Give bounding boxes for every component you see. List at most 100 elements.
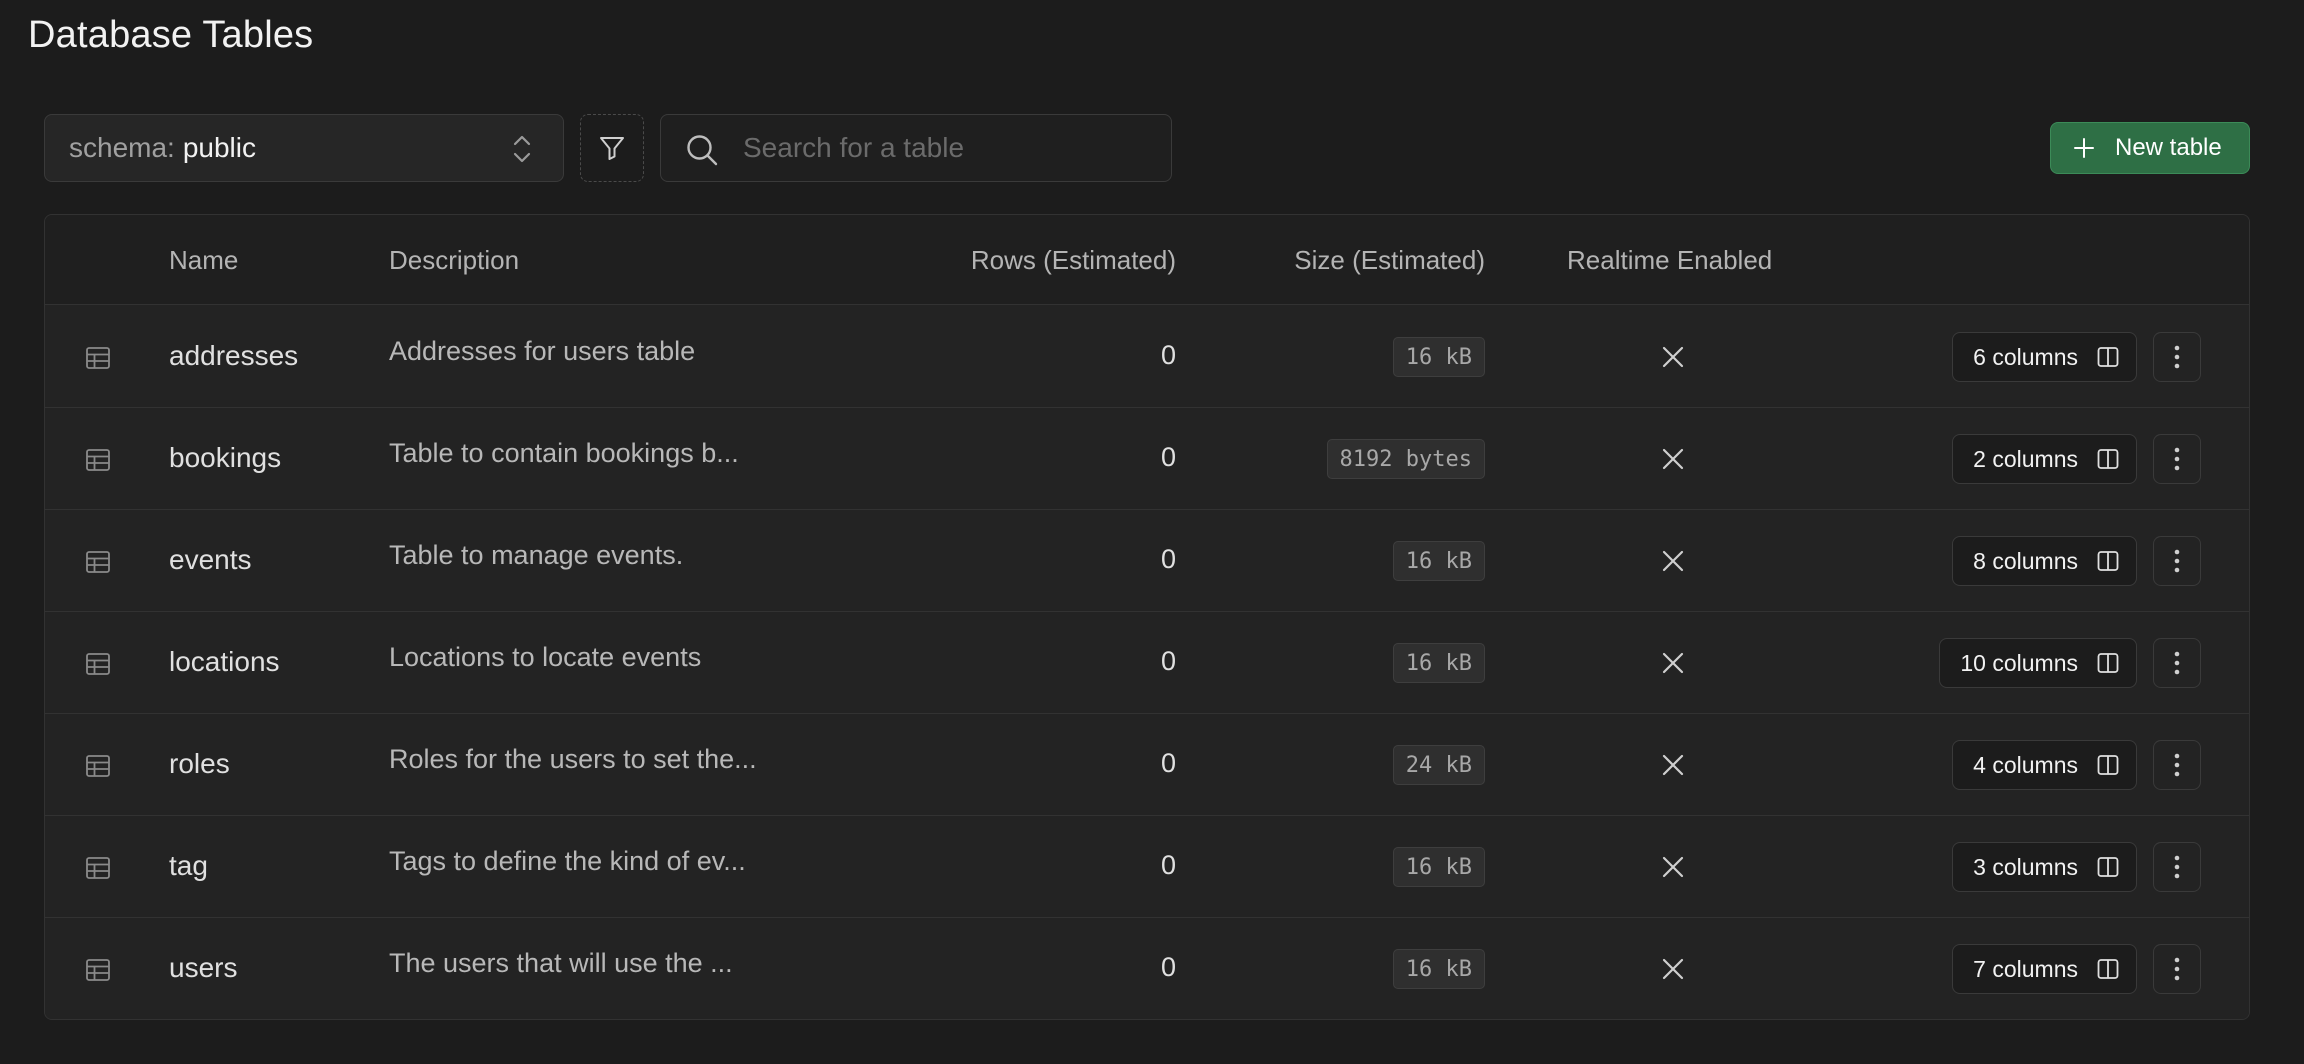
columns-count: 6 columns [1973, 343, 2078, 370]
table-header: Name Description Rows (Estimated) Size (… [45, 215, 2249, 305]
table-size-estimate: 16 kB [1392, 847, 1485, 887]
table-icon [86, 551, 110, 573]
table-name[interactable]: roles [169, 748, 230, 780]
search-input[interactable] [741, 115, 1161, 181]
row-actions-button[interactable] [2153, 638, 2201, 688]
columns-count: 3 columns [1973, 853, 2078, 880]
x-icon [1662, 652, 1684, 674]
columns-button[interactable]: 2 columns [1952, 434, 2137, 484]
search-icon [687, 135, 718, 166]
columns-split-icon [2097, 449, 2119, 469]
toolbar: schema: public New table [44, 113, 2250, 183]
columns-count: 4 columns [1973, 751, 2078, 778]
columns-button[interactable]: 7 columns [1952, 944, 2137, 994]
table-rows-estimate: 0 [1160, 340, 1176, 370]
table-size-estimate: 16 kB [1392, 643, 1485, 683]
filter-icon [600, 137, 624, 160]
page-title: Database Tables [28, 14, 314, 56]
table-rows-estimate: 0 [1160, 850, 1176, 880]
table-name[interactable]: locations [169, 646, 280, 678]
columns-split-icon [2097, 959, 2119, 979]
row-actions-button[interactable] [2153, 434, 2201, 484]
table-name[interactable]: events [169, 544, 252, 576]
table-description: The users that will use the ... [389, 948, 733, 978]
search-box [660, 114, 1172, 182]
new-table-button[interactable]: New table [2050, 122, 2250, 174]
table-rows-estimate: 0 [1160, 952, 1176, 982]
table-size-estimate: 8192 bytes [1326, 439, 1485, 479]
row-actions-button[interactable] [2153, 944, 2201, 994]
tables-list: Name Description Rows (Estimated) Size (… [44, 214, 2250, 1020]
table-icon [86, 449, 110, 471]
table-row[interactable]: tag Tags to define the kind of ev... 0 16 k… [45, 816, 2249, 918]
table-size-estimate: 16 kB [1392, 541, 1485, 581]
plus-icon [2074, 138, 2094, 158]
header-description: Description [389, 245, 520, 275]
more-vertical-icon [2174, 651, 2180, 675]
filter-button[interactable] [580, 114, 644, 182]
table-rows-estimate: 0 [1160, 646, 1176, 676]
columns-button[interactable]: 10 columns [1939, 638, 2137, 688]
columns-split-icon [2097, 551, 2119, 571]
columns-button[interactable]: 4 columns [1952, 740, 2137, 790]
table-rows-estimate: 0 [1160, 544, 1176, 574]
more-vertical-icon [2174, 753, 2180, 777]
x-icon [1662, 856, 1684, 878]
table-name[interactable]: users [169, 952, 237, 984]
columns-count: 7 columns [1973, 955, 2078, 982]
table-row[interactable]: locations Locations to locate events 0 16 k… [45, 612, 2249, 714]
schema-select-prefix: schema: [69, 132, 175, 163]
columns-split-icon [2097, 857, 2119, 877]
x-icon [1662, 754, 1684, 776]
table-rows-estimate: 0 [1160, 442, 1176, 472]
table-icon [86, 857, 110, 879]
header-name: Name [169, 245, 239, 275]
table-description: Table to manage events. [389, 540, 684, 570]
header-size: Size (Estimated) [1294, 245, 1485, 275]
table-description: Roles for the users to set the... [389, 744, 757, 774]
schema-select-value: public [182, 132, 256, 163]
table-description: Tags to define the kind of ev... [389, 846, 746, 876]
table-row[interactable]: roles Roles for the users to set the... 0 2… [45, 714, 2249, 816]
table-size-estimate: 24 kB [1392, 745, 1485, 785]
x-icon [1662, 958, 1684, 980]
columns-count: 10 columns [1960, 649, 2078, 676]
more-vertical-icon [2174, 957, 2180, 981]
row-actions-button[interactable] [2153, 842, 2201, 892]
columns-count: 2 columns [1973, 445, 2078, 472]
columns-button[interactable]: 6 columns [1952, 332, 2137, 382]
header-rows: Rows (Estimated) [970, 245, 1176, 275]
columns-button[interactable]: 3 columns [1952, 842, 2137, 892]
table-row[interactable]: addresses Addresses for users table 0 16 kB… [45, 306, 2249, 408]
table-row[interactable]: bookings Table to contain bookings b... 0 8… [45, 408, 2249, 510]
row-actions-button[interactable] [2153, 536, 2201, 586]
columns-split-icon [2097, 347, 2119, 367]
new-table-label: New table [2115, 134, 2222, 161]
x-icon [1662, 550, 1684, 572]
row-actions-button[interactable] [2153, 332, 2201, 382]
table-row[interactable]: events Table to manage events. 0 16 kB 8 col… [45, 510, 2249, 612]
table-size-estimate: 16 kB [1392, 337, 1485, 377]
table-icon [86, 347, 110, 369]
columns-split-icon [2097, 755, 2119, 775]
table-icon [86, 959, 110, 981]
more-vertical-icon [2174, 447, 2180, 471]
table-row[interactable]: users The users that will use the ... 0 16 … [45, 918, 2249, 1019]
more-vertical-icon [2174, 855, 2180, 879]
table-icon [86, 755, 110, 777]
table-rows-estimate: 0 [1160, 748, 1176, 778]
table-name[interactable]: tag [169, 850, 208, 882]
more-vertical-icon [2174, 549, 2180, 573]
more-vertical-icon [2174, 345, 2180, 369]
table-icon [86, 653, 110, 675]
table-name[interactable]: addresses [169, 340, 298, 372]
x-icon [1662, 346, 1684, 368]
columns-count: 8 columns [1973, 547, 2078, 574]
table-size-estimate: 16 kB [1392, 949, 1485, 989]
columns-button[interactable]: 8 columns [1952, 536, 2137, 586]
table-description: Addresses for users table [389, 336, 696, 366]
table-name[interactable]: bookings [169, 442, 281, 474]
table-description: Locations to locate events [389, 642, 702, 672]
schema-select[interactable]: schema: public [44, 114, 564, 182]
row-actions-button[interactable] [2153, 740, 2201, 790]
